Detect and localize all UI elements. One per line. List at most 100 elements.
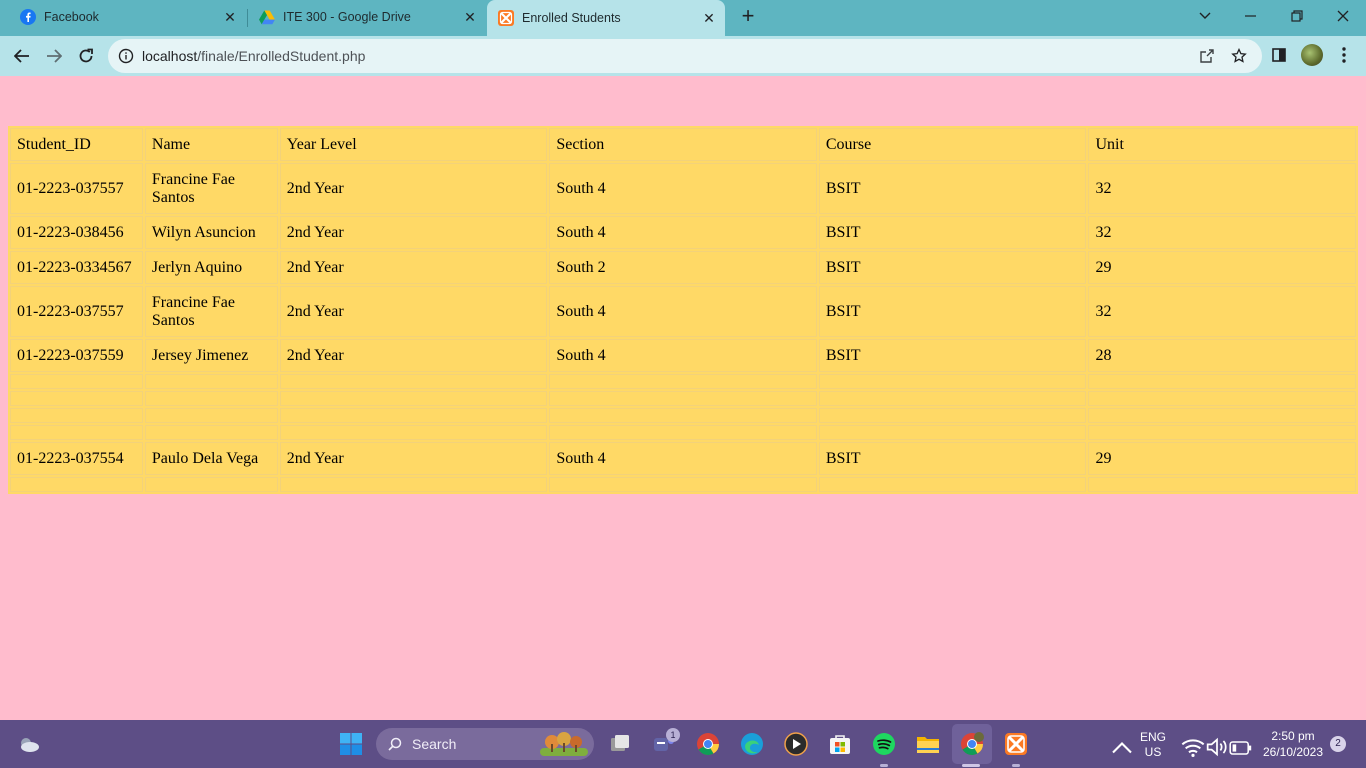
reload-icon: [79, 48, 93, 63]
battery-icon[interactable]: [1229, 736, 1253, 760]
section-cell: South 2: [549, 251, 817, 284]
tab-title: Enrolled Students: [522, 11, 621, 25]
search-icon: [388, 737, 402, 751]
name-cell: Jersey Jimenez: [144, 339, 278, 372]
region-code: US: [1144, 745, 1162, 759]
file-explorer-icon[interactable]: [916, 732, 940, 756]
edge-icon[interactable]: [740, 732, 764, 756]
header-cell: Unit: [1088, 128, 1356, 161]
forward-button[interactable]: [40, 42, 68, 70]
star-icon: [1231, 48, 1247, 63]
table-row: 01-2223-037557 Francine Fae Santos 2nd Ye…: [10, 163, 1356, 214]
notification-badge[interactable]: 2: [1330, 736, 1346, 752]
name-cell: Francine Fae Santos: [144, 286, 278, 337]
search-highlight-icon: [540, 732, 588, 756]
arrow-right-icon: [47, 49, 62, 63]
chevron-up-icon[interactable]: [1110, 736, 1134, 760]
bookmark-button[interactable]: [1230, 47, 1248, 65]
unit-cell: 29: [1088, 442, 1356, 475]
header-cell: Section: [549, 128, 817, 161]
volume-icon[interactable]: [1205, 735, 1229, 759]
year-level-cell: 2nd Year: [279, 251, 548, 284]
menu-button[interactable]: [1334, 44, 1354, 66]
course-cell: BSIT: [818, 442, 1087, 475]
tab-enrolled-students[interactable]: Enrolled Students ✕: [487, 0, 725, 36]
student-id-cell: 01-2223-037554: [10, 442, 143, 475]
reload-button[interactable]: [72, 42, 100, 70]
language-indicator[interactable]: ENG US: [1136, 730, 1170, 760]
spotify-icon[interactable]: [872, 732, 896, 756]
minimize-button[interactable]: [1228, 0, 1274, 32]
browser-toolbar: localhost/finale/EnrolledStudent.php: [0, 36, 1366, 76]
profile-avatar[interactable]: [1301, 44, 1323, 66]
empty-table-row: [10, 408, 1356, 423]
info-icon[interactable]: [118, 48, 134, 64]
name-cell: Francine Fae Santos: [144, 163, 278, 214]
microsoft-store-icon[interactable]: [828, 732, 852, 756]
course-cell: BSIT: [818, 216, 1087, 249]
back-button[interactable]: [8, 42, 36, 70]
close-window-button[interactable]: [1320, 0, 1366, 32]
section-cell: South 4: [549, 286, 817, 337]
search-label: Search: [412, 736, 457, 752]
table-header-row: Student_ID Name Year Level Section Cours…: [10, 128, 1356, 161]
empty-table-row: [10, 391, 1356, 406]
facebook-icon: [20, 9, 36, 25]
chrome-icon[interactable]: [696, 732, 720, 756]
close-tab-icon[interactable]: ✕: [462, 9, 478, 25]
unit-cell: 29: [1088, 251, 1356, 284]
media-player-icon[interactable]: [784, 732, 808, 756]
year-level-cell: 2nd Year: [279, 286, 548, 337]
windows-start-icon[interactable]: [339, 732, 363, 756]
restore-icon: [1291, 10, 1303, 22]
tab-title: Facebook: [44, 10, 99, 24]
section-cell: South 4: [549, 163, 817, 214]
wifi-icon[interactable]: [1181, 735, 1205, 759]
course-cell: BSIT: [818, 251, 1087, 284]
address-bar[interactable]: localhost/finale/EnrolledStudent.php: [108, 39, 1262, 73]
unit-cell: 28: [1088, 339, 1356, 372]
side-panel-icon: [1272, 48, 1286, 62]
tab-search-button[interactable]: [1182, 0, 1228, 32]
tab-title: ITE 300 - Google Drive: [283, 10, 411, 24]
tab-facebook[interactable]: Facebook ✕: [0, 0, 246, 34]
taskbar-search-box[interactable]: Search: [376, 728, 594, 760]
close-tab-icon[interactable]: ✕: [701, 10, 717, 26]
table-row: 01-2223-037554 Paulo Dela Vega 2nd Year …: [10, 442, 1356, 475]
side-panel-button[interactable]: [1270, 46, 1288, 64]
table-row: 01-2223-037557 Francine Fae Santos 2nd Ye…: [10, 286, 1356, 337]
url-text: localhost/finale/EnrolledStudent.php: [142, 48, 365, 64]
course-cell: BSIT: [818, 163, 1087, 214]
tab-strip: Facebook ✕ ITE 300 - Google Drive ✕ Enro…: [0, 0, 1366, 36]
xampp-taskbar-icon[interactable]: [1004, 732, 1028, 756]
year-level-cell: 2nd Year: [279, 163, 548, 214]
tab-google-drive[interactable]: ITE 300 - Google Drive ✕: [248, 0, 486, 34]
clock-time: 2:50 pm: [1271, 729, 1315, 743]
restore-button[interactable]: [1274, 0, 1320, 32]
weather-icon[interactable]: [17, 732, 41, 756]
student-id-cell: 01-2223-038456: [10, 216, 143, 249]
empty-table-row: [10, 374, 1356, 389]
clock[interactable]: 2:50 pm 26/10/2023: [1258, 728, 1328, 760]
page-content: Student_ID Name Year Level Section Cours…: [0, 76, 1366, 720]
table-row: 01-2223-037559 Jersey Jimenez 2nd Year S…: [10, 339, 1356, 372]
year-level-cell: 2nd Year: [279, 339, 548, 372]
teams-badge: 1: [666, 728, 680, 742]
share-button[interactable]: [1198, 47, 1216, 65]
year-level-cell: 2nd Year: [279, 216, 548, 249]
new-tab-button[interactable]: +: [736, 5, 760, 29]
xampp-icon: [498, 10, 514, 26]
name-cell: Paulo Dela Vega: [144, 442, 278, 475]
close-tab-icon[interactable]: ✕: [222, 9, 238, 25]
name-cell: Jerlyn Aquino: [144, 251, 278, 284]
close-icon: [1337, 10, 1349, 22]
task-view-icon[interactable]: [608, 732, 632, 756]
student-id-cell: 01-2223-037559: [10, 339, 143, 372]
course-cell: BSIT: [818, 339, 1087, 372]
student-id-cell: 01-2223-037557: [10, 286, 143, 337]
course-cell: BSIT: [818, 286, 1087, 337]
chevron-down-icon: [1199, 12, 1211, 19]
share-icon: [1200, 49, 1214, 63]
enrolled-students-table: Student_ID Name Year Level Section Cours…: [8, 126, 1358, 494]
chrome-profile-icon[interactable]: [960, 732, 984, 756]
